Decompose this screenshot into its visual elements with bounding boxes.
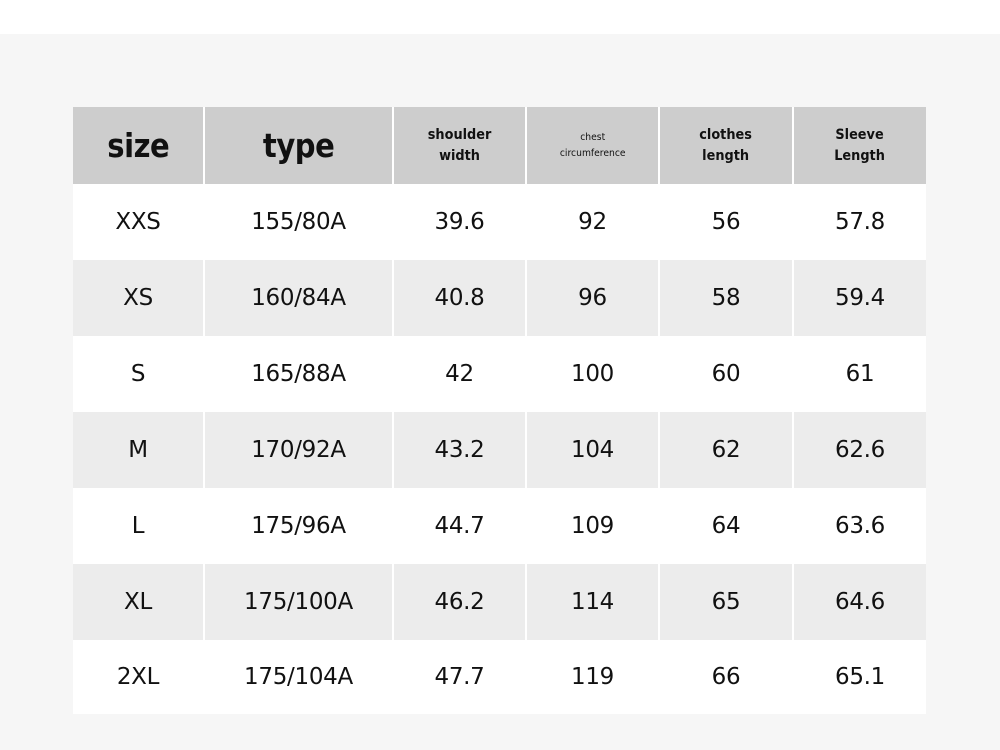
header-clothes-length: clothes length (658, 107, 793, 184)
cell-chest-circumference: 92 (525, 184, 659, 260)
table-row: XL 175/100A 46.2 114 65 64.6 (73, 564, 926, 640)
cell-shoulder-width: 47.7 (392, 640, 526, 714)
cell-shoulder-width: 39.6 (392, 184, 526, 260)
table-row: M 170/92A 43.2 104 62 62.6 (73, 412, 926, 488)
cell-size: XL (73, 564, 204, 640)
cell-size: 2XL (73, 640, 204, 714)
header-chest-line2: circumference (559, 147, 626, 159)
cell-size: XXS (73, 184, 204, 260)
cell-shoulder-width: 44.7 (392, 488, 526, 564)
cell-chest-circumference: 114 (525, 564, 659, 640)
cell-clothes-length: 65 (658, 564, 793, 640)
header-shoulder-width: shoulder width (392, 107, 526, 184)
header-type: type (203, 107, 393, 184)
cell-clothes-length: 56 (658, 184, 793, 260)
header-shoulder-width-line1: shoulder (427, 126, 492, 143)
table-row: S 165/88A 42 100 60 61 (73, 336, 926, 412)
cell-size: S (73, 336, 204, 412)
header-shoulder-width-line2: width (439, 147, 480, 164)
header-size: size (73, 107, 204, 184)
table-row: XS 160/84A 40.8 96 58 59.4 (73, 260, 926, 336)
header-sleeve-length: Sleeve Length (792, 107, 926, 184)
cell-type: 165/88A (203, 336, 393, 412)
cell-size: M (73, 412, 204, 488)
cell-size: L (73, 488, 204, 564)
cell-sleeve-length: 61 (792, 336, 926, 412)
cell-type: 175/104A (203, 640, 393, 714)
cell-clothes-length: 62 (658, 412, 793, 488)
header-sleeve-length-line2: Length (834, 147, 886, 164)
cell-type: 155/80A (203, 184, 393, 260)
cell-sleeve-length: 64.6 (792, 564, 926, 640)
cell-type: 175/96A (203, 488, 393, 564)
cell-clothes-length: 58 (658, 260, 793, 336)
header-clothes-length-line2: length (702, 147, 750, 164)
table-row: 2XL 175/104A 47.7 119 66 65.1 (73, 640, 926, 714)
cell-shoulder-width: 46.2 (392, 564, 526, 640)
cell-shoulder-width: 43.2 (392, 412, 526, 488)
cell-sleeve-length: 63.6 (792, 488, 926, 564)
cell-chest-circumference: 119 (525, 640, 659, 714)
table-row: L 175/96A 44.7 109 64 63.6 (73, 488, 926, 564)
header-sleeve-length-line1: Sleeve (835, 126, 885, 143)
cell-sleeve-length: 65.1 (792, 640, 926, 714)
cell-type: 170/92A (203, 412, 393, 488)
header-clothes-length-line1: clothes (699, 126, 753, 143)
cell-sleeve-length: 59.4 (792, 260, 926, 336)
cell-clothes-length: 64 (658, 488, 793, 564)
cell-clothes-length: 66 (658, 640, 793, 714)
header-chest-circumference: chest circumference (525, 107, 659, 184)
table-row: XXS 155/80A 39.6 92 56 57.8 (73, 184, 926, 260)
cell-sleeve-length: 57.8 (792, 184, 926, 260)
size-chart-table: size type shoulder width chest circumfer… (73, 107, 926, 714)
header-type-label: type (262, 126, 335, 165)
cell-chest-circumference: 104 (525, 412, 659, 488)
header-row: size type shoulder width chest circumfer… (73, 107, 926, 184)
cell-chest-circumference: 109 (525, 488, 659, 564)
cell-shoulder-width: 42 (392, 336, 526, 412)
cell-type: 175/100A (203, 564, 393, 640)
cell-chest-circumference: 100 (525, 336, 659, 412)
cell-type: 160/84A (203, 260, 393, 336)
cell-chest-circumference: 96 (525, 260, 659, 336)
header-size-label: size (106, 126, 170, 165)
cell-size: XS (73, 260, 204, 336)
cell-sleeve-length: 62.6 (792, 412, 926, 488)
header-chest-line1: chest (580, 131, 605, 143)
cell-clothes-length: 60 (658, 336, 793, 412)
cell-shoulder-width: 40.8 (392, 260, 526, 336)
